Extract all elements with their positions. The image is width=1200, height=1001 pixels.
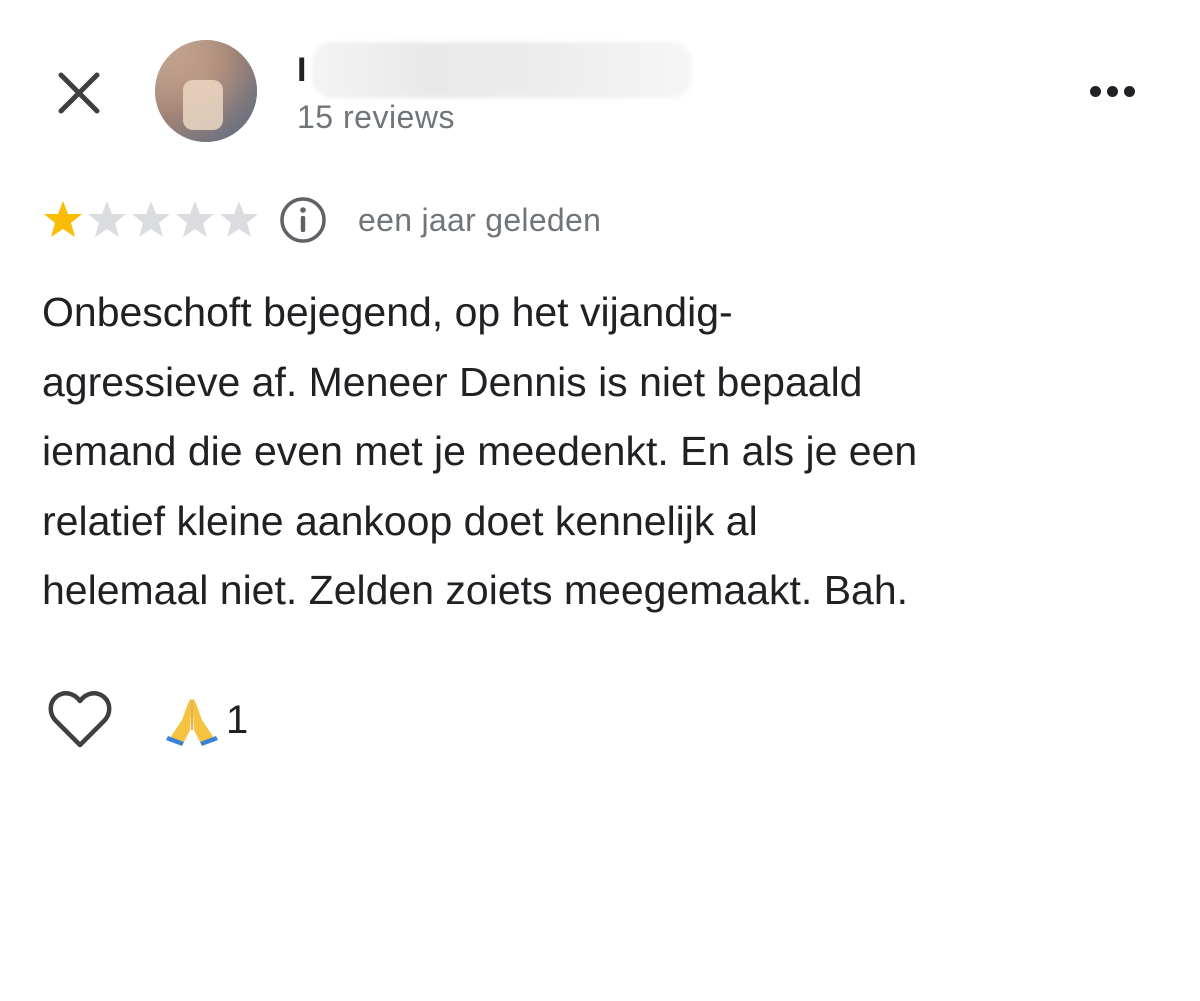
more-horizontal-icon <box>1089 85 1101 97</box>
info-icon[interactable] <box>278 195 328 245</box>
folded-hands-icon <box>166 698 218 746</box>
rating-row: een jaar geleden <box>42 194 601 246</box>
reactions-row: 1 <box>44 684 248 756</box>
star-empty-icon <box>220 201 258 237</box>
reviewer-reviews-count: 15 reviews <box>297 99 455 135</box>
like-button[interactable] <box>44 686 116 754</box>
close-button[interactable] <box>50 64 108 122</box>
more-options-button[interactable] <box>1080 72 1144 110</box>
more-horizontal-icon-dot <box>1106 85 1118 97</box>
star-empty-icon <box>176 201 214 237</box>
reviewer-name-initial: I <box>297 50 307 89</box>
avatar-image-detail <box>183 80 223 130</box>
reaction-count: 1 <box>226 697 249 742</box>
more-horizontal-icon-dot <box>1123 85 1135 97</box>
review-time-ago: een jaar geleden <box>358 201 602 238</box>
star-filled-icon <box>44 201 82 237</box>
heart-outline-icon <box>48 691 112 748</box>
star-empty-icon <box>132 201 170 237</box>
reviewer-name[interactable]: I <box>297 42 693 98</box>
star-empty-icon <box>88 201 126 237</box>
star-rating <box>42 199 260 241</box>
reviewer-avatar[interactable] <box>155 40 257 142</box>
close-icon <box>58 72 100 114</box>
review-text: Onbeschoft bejegend, op het vijandig- ag… <box>42 289 918 613</box>
reviewer-name-redacted <box>312 42 693 98</box>
reaction-chip-folded-hands[interactable]: 1 <box>166 694 248 746</box>
